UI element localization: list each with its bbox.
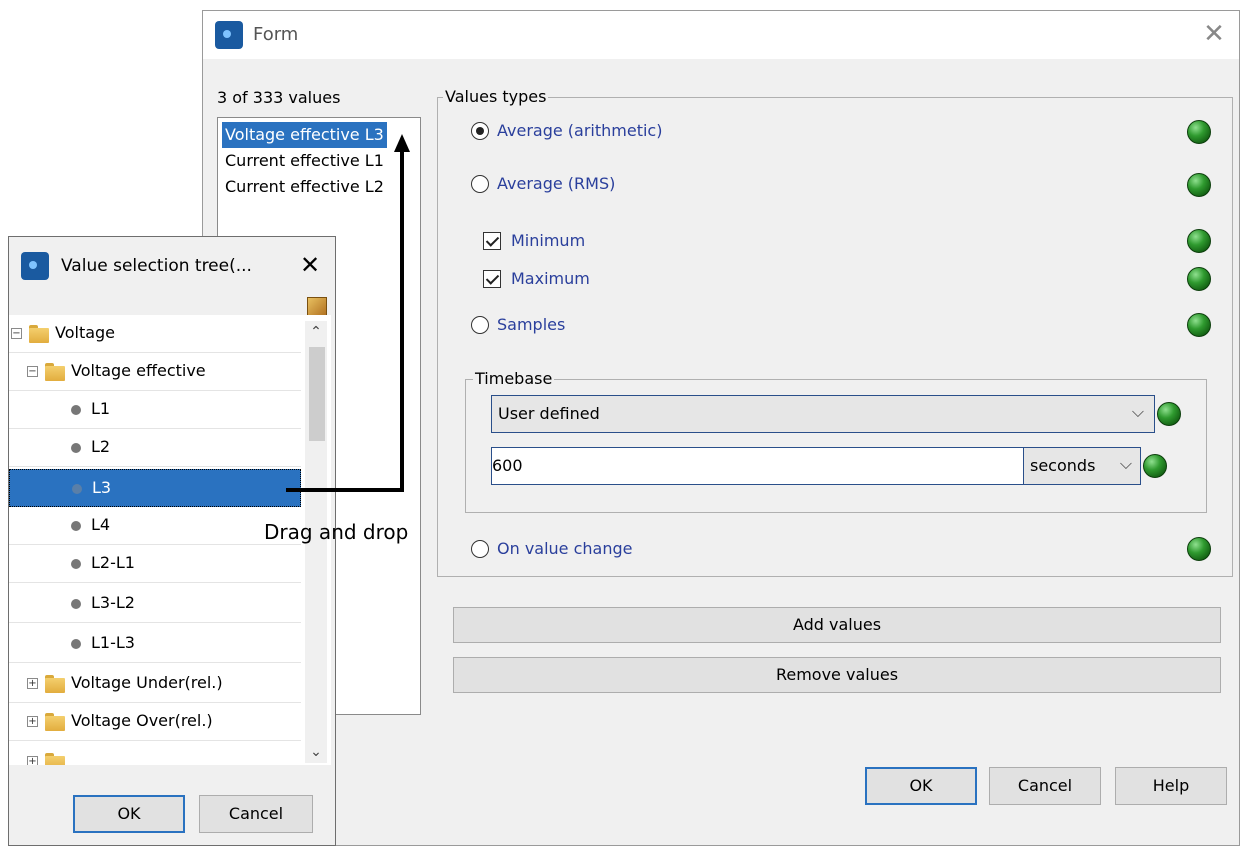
drag-and-drop-label: Drag and drop: [264, 520, 409, 544]
drag-drop-arrow: [286, 134, 410, 492]
